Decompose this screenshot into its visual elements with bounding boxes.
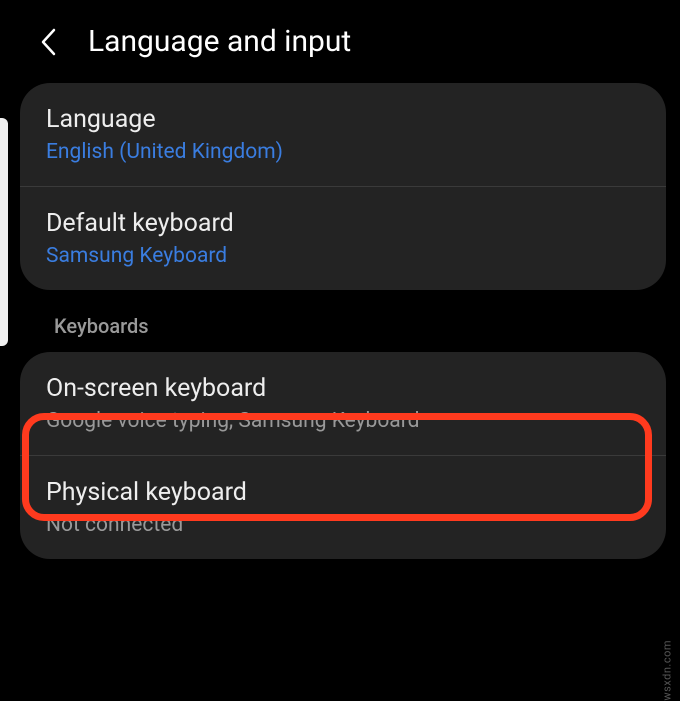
header-bar: Language and input bbox=[0, 0, 680, 83]
section-header-keyboards: Keyboards bbox=[20, 308, 666, 352]
list-item-onscreen-keyboard[interactable]: On-screen keyboard Google voice typing, … bbox=[20, 352, 666, 456]
item-subtitle: Google voice typing, Samsung Keyboard bbox=[46, 409, 640, 433]
watermark: wsxdn.com bbox=[661, 640, 674, 701]
item-title: Physical keyboard bbox=[46, 478, 640, 507]
item-title: On-screen keyboard bbox=[46, 374, 640, 403]
item-subtitle: Not connected bbox=[46, 513, 640, 537]
item-subtitle: English (United Kingdom) bbox=[46, 140, 640, 164]
card-keyboards: On-screen keyboard Google voice typing, … bbox=[20, 352, 666, 559]
list-item-physical-keyboard[interactable]: Physical keyboard Not connected bbox=[20, 456, 666, 559]
item-subtitle: Samsung Keyboard bbox=[46, 244, 640, 268]
page-title: Language and input bbox=[88, 24, 351, 59]
content-area: Language English (United Kingdom) Defaul… bbox=[0, 83, 680, 559]
card-general: Language English (United Kingdom) Defaul… bbox=[20, 83, 666, 290]
scroll-handle[interactable] bbox=[0, 118, 8, 346]
back-icon[interactable] bbox=[38, 31, 60, 53]
list-item-default-keyboard[interactable]: Default keyboard Samsung Keyboard bbox=[20, 187, 666, 290]
list-item-language[interactable]: Language English (United Kingdom) bbox=[20, 83, 666, 187]
item-title: Language bbox=[46, 105, 640, 134]
item-title: Default keyboard bbox=[46, 209, 640, 238]
